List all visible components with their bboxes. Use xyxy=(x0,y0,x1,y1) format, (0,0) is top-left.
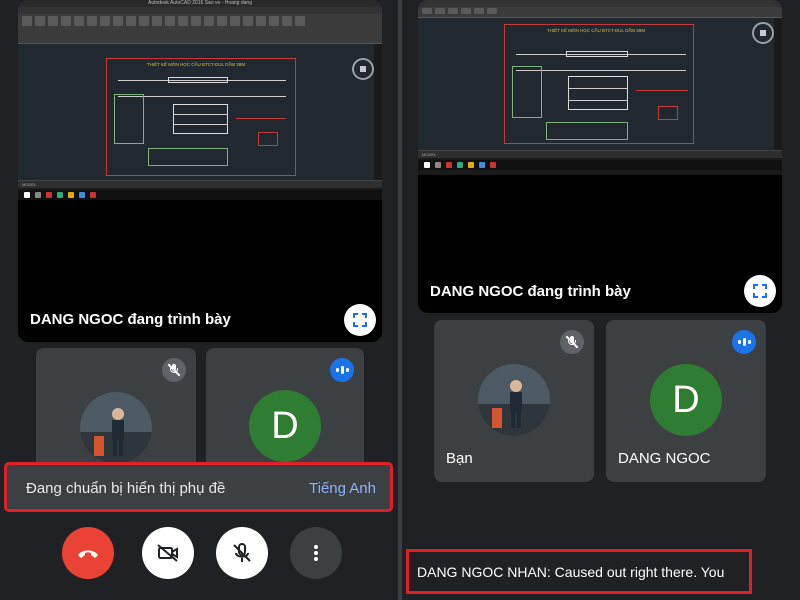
avatar: D xyxy=(249,390,321,462)
participant-tile-self[interactable]: Bạn xyxy=(434,320,594,482)
fullscreen-icon xyxy=(753,284,767,298)
caption-status-text: Đang chuẩn bị hiển thị phụ đề xyxy=(26,480,226,497)
left-phone-screen: Autodesk AutoCAD 2016 Sao ve - Hoang dan… xyxy=(0,0,398,600)
cad-drawing-area: THIẾT KẾ MÔN HỌC CẦU BTCT-DUL DẦM 28M xyxy=(18,44,374,180)
presenting-label: DANG NGOC đang trình bày xyxy=(30,311,231,328)
mic-toggle-button[interactable] xyxy=(216,527,268,579)
mic-muted-badge xyxy=(560,330,584,354)
navigation-wheel-icon xyxy=(352,58,374,80)
more-options-button[interactable] xyxy=(290,527,342,579)
live-caption-text: DANG NGOC NHAN: Caused out right there. … xyxy=(417,564,725,580)
caption-language-link[interactable]: Tiếng Anh xyxy=(309,480,376,497)
cad-status-bar: MODEL xyxy=(418,150,782,158)
more-vert-icon xyxy=(314,545,318,561)
cad-ribbon-tabs xyxy=(18,7,382,14)
presenting-label: DANG NGOC đang trình bày xyxy=(430,283,631,300)
mic-off-icon xyxy=(233,543,251,562)
speaking-badge xyxy=(732,330,756,354)
mic-off-icon xyxy=(167,363,181,377)
cad-ribbon: Autodesk AutoCAD 2016 Sao ve - Hoang dan… xyxy=(18,0,382,44)
participant-tile-dang-ngoc[interactable]: D xyxy=(206,348,364,473)
drawing-title: THIẾT KẾ MÔN HỌC CẦU BTCT-DUL DẦM 28M xyxy=(146,62,246,67)
participant-tile-self[interactable] xyxy=(36,348,196,473)
cad-drawing-area: THIẾT KẾ MÔN HỌC CẦU BTCT-DUL DẦM 28M xyxy=(418,18,774,150)
mic-muted-badge xyxy=(162,358,186,382)
cad-window-title: Autodesk AutoCAD 2016 Sao ve - Hoang dan… xyxy=(18,0,382,7)
participant-name: DANG NGOC xyxy=(618,450,711,467)
avatar: D xyxy=(650,364,722,436)
caption-bar[interactable]: Đang chuẩn bị hiển thị phụ đề Tiếng Anh xyxy=(4,462,393,512)
right-phone-screen: THIẾT KẾ MÔN HỌC CẦU BTCT-DUL DẦM 28M MO… xyxy=(402,0,800,600)
drawing-title: THIẾT KẾ MÔN HỌC CẦU BTCT-DUL DẦM 28M xyxy=(546,28,646,33)
cad-ribbon-tools xyxy=(22,16,378,26)
speaking-badge xyxy=(330,358,354,382)
presentation-stage[interactable]: THIẾT KẾ MÔN HỌC CẦU BTCT-DUL DẦM 28M MO… xyxy=(418,0,782,313)
avatar xyxy=(478,364,550,436)
participant-name: Bạn xyxy=(446,450,473,467)
fullscreen-icon xyxy=(353,313,367,327)
avatar xyxy=(80,392,152,464)
cad-ribbon-tabs xyxy=(418,0,782,7)
windows-taskbar xyxy=(18,190,382,200)
windows-taskbar xyxy=(418,160,782,170)
participant-tile-dang-ngoc[interactable]: D DANG NGOC xyxy=(606,320,766,482)
audio-level-icon xyxy=(737,338,751,346)
live-caption-box: DANG NGOC NHAN: Caused out right there. … xyxy=(406,549,752,594)
cad-status-bar: MODEL xyxy=(18,180,382,188)
camera-off-icon xyxy=(157,544,178,562)
end-call-button[interactable] xyxy=(62,527,114,579)
shared-screen: Autodesk AutoCAD 2016 Sao ve - Hoang dan… xyxy=(18,0,382,200)
navigation-wheel-icon xyxy=(752,22,774,44)
cad-ribbon xyxy=(418,0,782,18)
presentation-stage[interactable]: Autodesk AutoCAD 2016 Sao ve - Hoang dan… xyxy=(18,0,382,342)
mic-off-icon xyxy=(565,335,579,349)
fullscreen-button[interactable] xyxy=(344,304,376,336)
camera-toggle-button[interactable] xyxy=(142,527,194,579)
shared-screen: THIẾT KẾ MÔN HỌC CẦU BTCT-DUL DẦM 28M MO… xyxy=(418,0,782,175)
cad-ribbon-tools xyxy=(422,8,778,14)
fullscreen-button[interactable] xyxy=(744,275,776,307)
audio-level-icon xyxy=(335,366,349,374)
phone-hangup-icon xyxy=(78,550,98,558)
